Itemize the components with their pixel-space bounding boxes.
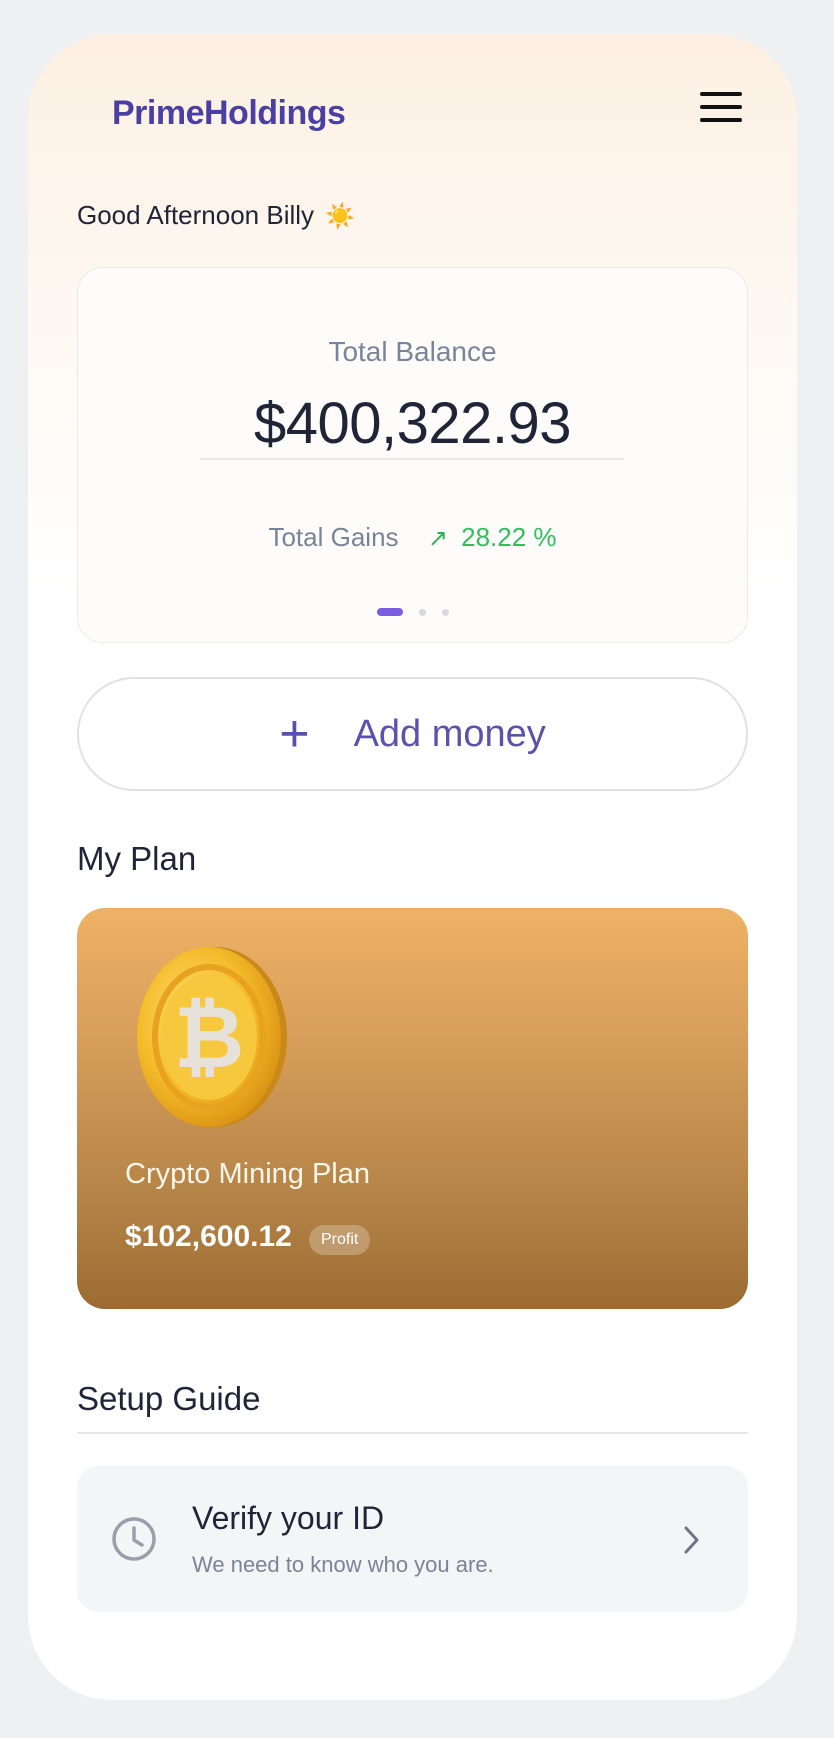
svg-text:₿: ₿	[174, 988, 244, 1088]
profit-badge: Profit	[309, 1225, 371, 1255]
phone-screen: PrimeHoldings Good Afternoon Billy ☀️ To…	[28, 34, 797, 1700]
balance-label: Total Balance	[328, 336, 497, 367]
carousel-dot-3[interactable]	[441, 608, 449, 616]
plan-name: Crypto Mining Plan	[125, 1158, 370, 1190]
trend-up-icon: ↗	[427, 525, 448, 552]
verify-id-item[interactable]: Verify your ID We need to know who you a…	[77, 1466, 748, 1612]
verify-subtitle: We need to know who you are.	[192, 1552, 494, 1577]
carousel-pagination	[78, 608, 747, 616]
brand-logo[interactable]: PrimeHoldings	[112, 94, 346, 133]
carousel-dot-2[interactable]	[418, 608, 426, 616]
bitcoin-coin-icon: ₿	[137, 947, 287, 1127]
balance-card[interactable]: Total Balance $400,322.93 Total Gains ↗ …	[77, 267, 748, 643]
greeting: Good Afternoon Billy ☀️	[77, 200, 355, 231]
chevron-right-icon[interactable]	[682, 1523, 702, 1557]
clock-icon	[112, 1517, 156, 1561]
menu-line	[700, 92, 742, 96]
balance-divider	[200, 458, 624, 460]
my-plan-heading: My Plan	[77, 840, 197, 877]
carousel-dot-1[interactable]	[376, 608, 403, 616]
plan-card[interactable]: ₿ Crypto Mining Plan $102,600.12 Profit	[77, 908, 748, 1309]
gains-row: Total Gains ↗ 28.22 %	[78, 522, 747, 553]
app-header: PrimeHoldings	[28, 34, 797, 184]
setup-guide-heading: Setup Guide	[77, 1380, 261, 1417]
menu-line	[700, 118, 742, 122]
add-money-label: Add money	[353, 712, 546, 755]
verify-title: Verify your ID	[192, 1500, 385, 1536]
gains-value: 28.22 %	[461, 522, 557, 552]
sun-icon: ☀️	[325, 203, 356, 230]
balance-amount: $400,322.93	[253, 391, 572, 456]
plus-icon: +	[279, 705, 310, 763]
menu-line	[700, 105, 742, 109]
plan-amount: $102,600.12	[125, 1220, 292, 1253]
greeting-text: Good Afternoon Billy	[77, 200, 315, 230]
gains-label: Total Gains	[268, 522, 399, 552]
hamburger-menu-icon[interactable]	[698, 92, 744, 132]
section-divider	[77, 1432, 748, 1434]
add-money-button[interactable]: + Add money	[77, 677, 748, 791]
